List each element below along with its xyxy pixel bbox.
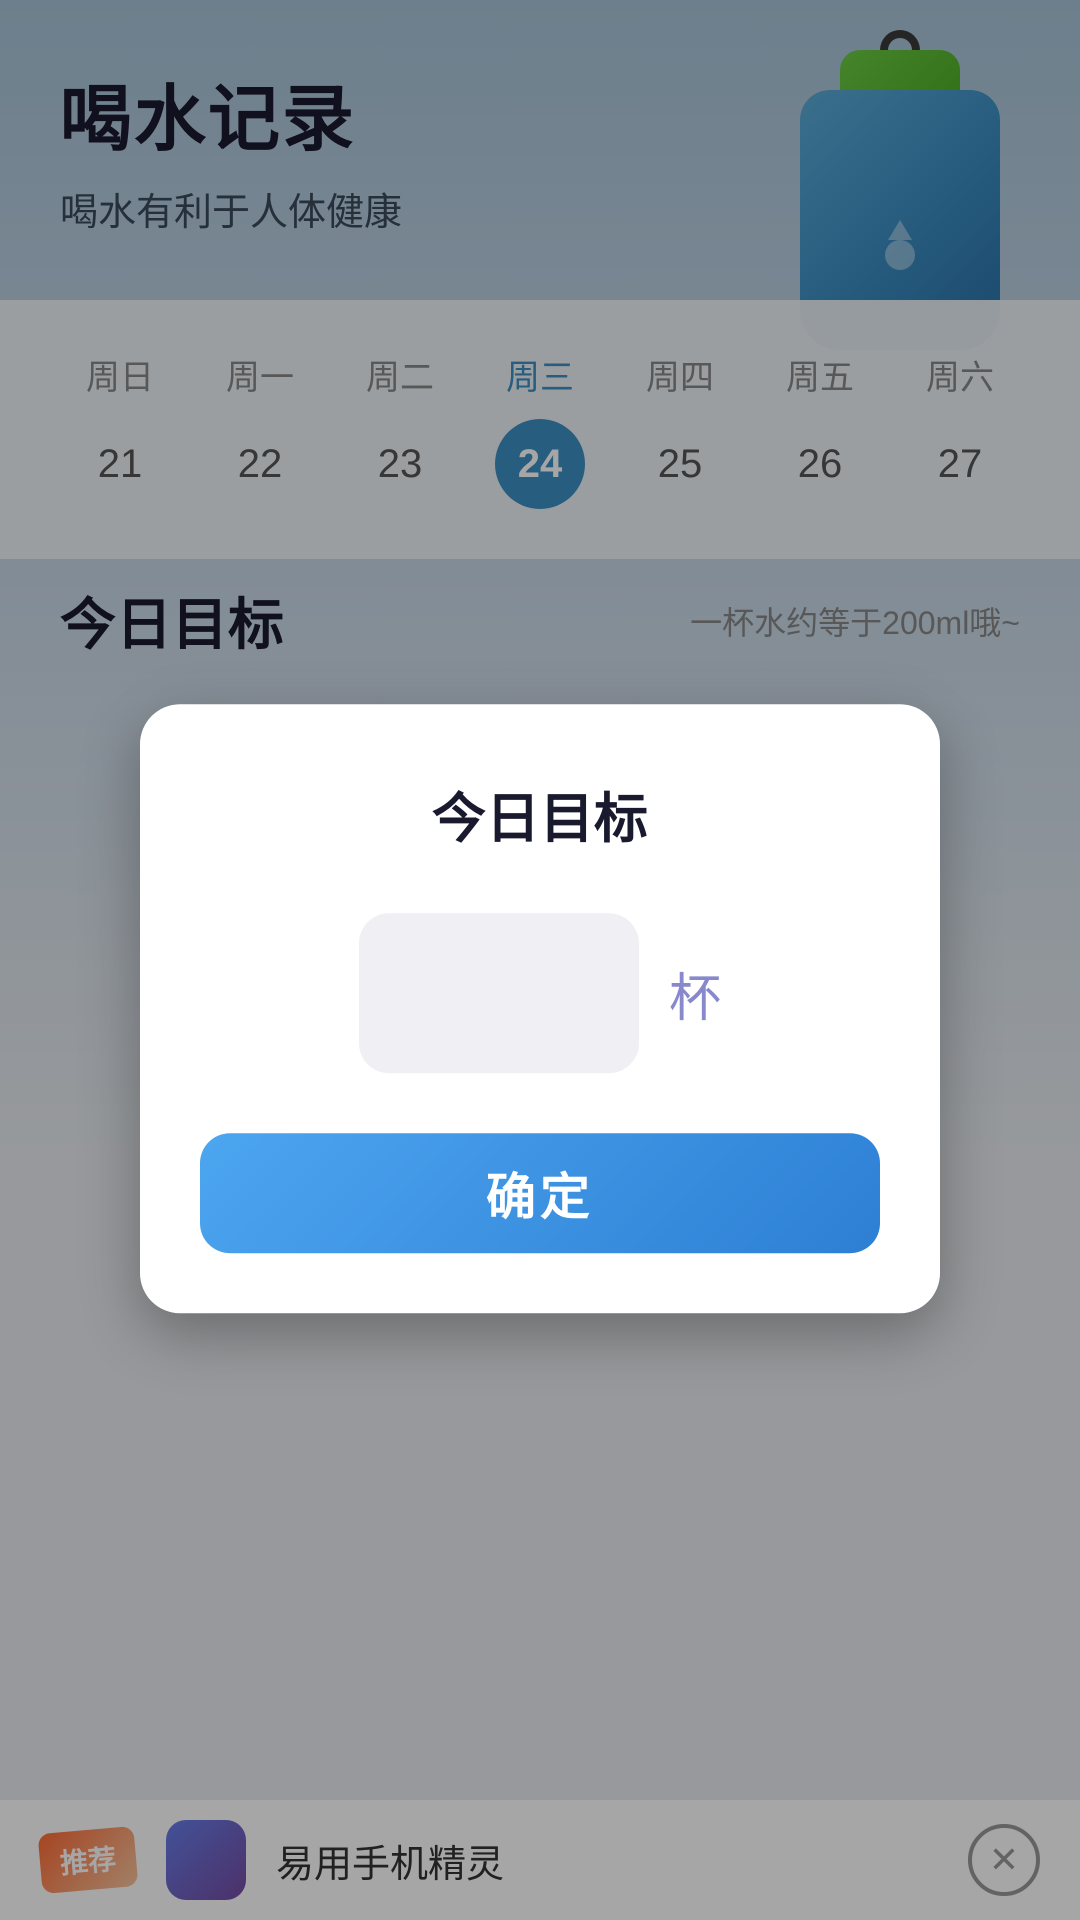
dialog-unit: 杯 xyxy=(669,956,721,1031)
dialog-confirm-button[interactable]: 确定 xyxy=(200,1133,880,1253)
dialog-title: 今日目标 xyxy=(200,774,880,853)
goal-amount-input[interactable] xyxy=(359,913,639,1073)
goal-dialog: 今日目标 杯 确定 xyxy=(140,704,940,1313)
dialog-input-row: 杯 xyxy=(200,913,880,1073)
